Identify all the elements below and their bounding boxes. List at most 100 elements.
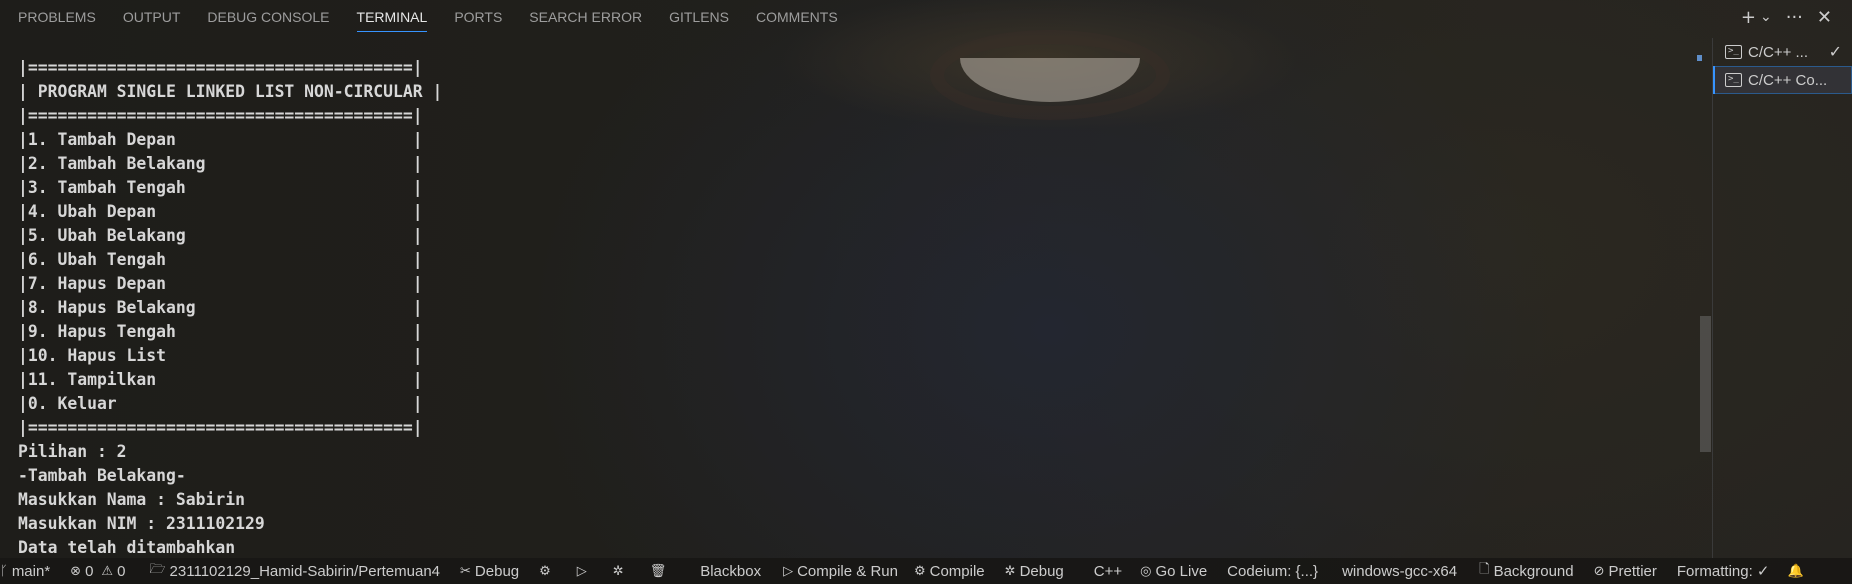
blackbox-button[interactable]: Blackbox bbox=[694, 558, 767, 584]
background-button[interactable]: 🗋 Background bbox=[1473, 558, 1580, 584]
tab-output[interactable]: OUTPUT bbox=[114, 0, 190, 34]
terminal-line: |5. Ubah Belakang | bbox=[18, 226, 423, 245]
tab-gitlens[interactable]: GITLENS bbox=[660, 0, 738, 34]
play-icon: ▷ bbox=[783, 563, 794, 579]
debug-run-button[interactable]: ✲ bbox=[607, 558, 634, 584]
new-terminal-plus-icon[interactable]: + bbox=[1741, 7, 1756, 28]
debug-button[interactable]: ✲ Debug bbox=[999, 558, 1070, 584]
tab-comments[interactable]: COMMENTS bbox=[747, 0, 847, 34]
gear-icon: ⚙ bbox=[913, 563, 926, 579]
error-icon: ⊗ bbox=[70, 563, 82, 579]
debug-label: Debug bbox=[474, 562, 520, 580]
terminal-line: Masukkan Nama : Sabirin bbox=[18, 490, 245, 509]
compile-label: Compile bbox=[929, 562, 985, 580]
formatting-label: Formatting: ✓ bbox=[1676, 563, 1770, 580]
compile-run-label: Compile & Run bbox=[797, 562, 898, 580]
settings-button[interactable]: ⚙ bbox=[533, 558, 561, 584]
close-icon[interactable]: ✕ bbox=[1817, 7, 1832, 28]
status-bar: ᚴ main* ⊗ 0 ⚠ 0 🗁 2311102129_Hamid-Sabir… bbox=[0, 558, 1852, 584]
compiler-label: windows-gcc-x64 bbox=[1342, 562, 1458, 580]
tab-ports[interactable]: PORTS bbox=[445, 0, 511, 34]
terminal-line: Pilihan : 2 bbox=[18, 442, 127, 461]
terminal-line: Data telah ditambahkan bbox=[18, 538, 236, 557]
play-icon: ▷ bbox=[576, 563, 587, 579]
terminal-output[interactable]: |=======================================… bbox=[18, 56, 1698, 560]
error-count: 0 bbox=[85, 562, 94, 580]
run-button[interactable]: ▷ bbox=[571, 558, 597, 584]
scrollbar-marker bbox=[1697, 55, 1702, 61]
tab-debug-console[interactable]: DEBUG CONSOLE bbox=[198, 0, 338, 34]
warning-icon: ⚠ bbox=[101, 563, 114, 579]
chevron-down-icon[interactable]: ⌄ bbox=[1760, 9, 1772, 25]
terminal-list-item[interactable]: >_ C/C++ Co... bbox=[1713, 66, 1852, 94]
terminal-line: Masukkan NIM : 2311102129 bbox=[18, 514, 265, 533]
terminal-line: |3. Tambah Tengah | bbox=[18, 178, 423, 197]
terminal-line: |=======================================… bbox=[18, 106, 423, 125]
blackbox-label: Blackbox bbox=[700, 562, 762, 580]
prettier-label: Prettier bbox=[1608, 562, 1657, 580]
tab-search-error[interactable]: SEARCH ERROR bbox=[520, 0, 651, 34]
terminal-list-item-label: C/C++ Co... bbox=[1748, 71, 1828, 89]
trash-icon: 🗑 bbox=[649, 563, 667, 579]
terminal-line: -Tambah Belakang- bbox=[18, 466, 186, 485]
debug-config-button[interactable]: ✂ Debug bbox=[454, 558, 525, 584]
git-branch[interactable]: ᚴ main* bbox=[0, 558, 56, 584]
terminal-line: |4. Ubah Depan | bbox=[18, 202, 423, 221]
compiler-select[interactable]: windows-gcc-x64 bbox=[1336, 558, 1463, 584]
codeium-status[interactable]: Codeium: {...} bbox=[1221, 558, 1324, 584]
tools-icon: ✂ bbox=[460, 563, 471, 579]
language-mode[interactable]: C++ bbox=[1088, 558, 1128, 584]
broadcast-icon: ◎ bbox=[1140, 563, 1152, 579]
formatting-status[interactable]: Formatting: ✓ bbox=[1671, 558, 1776, 584]
tab-problems[interactable]: PROBLEMS bbox=[9, 0, 105, 34]
terminal-line: |6. Ubah Tengah | bbox=[18, 250, 423, 269]
go-live-label: Go Live bbox=[1155, 562, 1208, 580]
branch-label: main* bbox=[11, 562, 51, 580]
terminal-icon: >_ bbox=[1725, 73, 1742, 87]
terminal-line: |9. Hapus Tengah | bbox=[18, 322, 423, 341]
language-label: C++ bbox=[1093, 562, 1123, 580]
terminal-icon: >_ bbox=[1725, 45, 1742, 59]
terminal-line: |10. Hapus List | bbox=[18, 346, 423, 365]
more-actions-icon[interactable]: ··· bbox=[1786, 7, 1803, 28]
terminal-line: |2. Tambah Belakang | bbox=[18, 154, 423, 173]
background-label: Background bbox=[1493, 562, 1574, 580]
prettier-status[interactable]: ⊘ Prettier bbox=[1588, 558, 1663, 584]
panel-actions: + ⌄ ··· ✕ bbox=[1741, 0, 1832, 34]
terminal-line: |=======================================… bbox=[18, 418, 423, 437]
check-icon: ✓ bbox=[1828, 44, 1842, 61]
clean-button[interactable]: 🗑 bbox=[644, 558, 677, 584]
folder-label: 2311102129_Hamid-Sabirin/Pertemuan4 bbox=[169, 562, 441, 580]
notifications-button[interactable]: 🔔 bbox=[1781, 558, 1813, 584]
file-icon: 🗋 bbox=[1479, 562, 1490, 577]
terminal-line: |=======================================… bbox=[18, 58, 423, 77]
gear-icon: ⚙ bbox=[539, 563, 551, 579]
warning-count: 0 bbox=[117, 562, 126, 580]
terminal-line: | PROGRAM SINGLE LINKED LIST NON-CIRCULA… bbox=[18, 82, 443, 101]
terminal-list-item-label: C/C++ ... bbox=[1748, 43, 1809, 61]
terminal-line: |7. Hapus Depan | bbox=[18, 274, 423, 293]
terminal-list-item[interactable]: >_ C/C++ ... ✓ bbox=[1713, 38, 1852, 66]
bell-icon: 🔔 bbox=[1787, 563, 1804, 579]
debug2-label: Debug bbox=[1019, 562, 1064, 580]
terminal-scrollbar[interactable] bbox=[1698, 44, 1712, 558]
terminal-list: >_ C/C++ ... ✓ >_ C/C++ Co... bbox=[1712, 38, 1852, 558]
branch-icon: ᚴ bbox=[0, 563, 8, 579]
panel-tab-bar: PROBLEMS OUTPUT DEBUG CONSOLE TERMINAL P… bbox=[0, 0, 1852, 34]
terminal-line: |8. Hapus Belakang | bbox=[18, 298, 423, 317]
go-live-button[interactable]: ◎ Go Live bbox=[1134, 558, 1213, 584]
terminal-line: |11. Tampilkan | bbox=[18, 370, 423, 389]
compile-run-button[interactable]: ▷ Compile & Run bbox=[777, 558, 904, 584]
bug-icon: ✲ bbox=[1004, 563, 1016, 579]
terminal-line: |0. Keluar | bbox=[18, 394, 423, 413]
prohibited-icon: ⊘ bbox=[1593, 563, 1605, 579]
scrollbar-thumb[interactable] bbox=[1700, 316, 1711, 452]
terminal-line: |1. Tambah Depan | bbox=[18, 130, 423, 149]
workspace-folder[interactable]: 🗁 2311102129_Hamid-Sabirin/Pertemuan4 bbox=[143, 558, 446, 584]
codeium-label: Codeium: {...} bbox=[1227, 562, 1319, 580]
folder-icon: 🗁 bbox=[149, 562, 166, 577]
problems-status[interactable]: ⊗ 0 ⚠ 0 bbox=[64, 558, 131, 584]
tab-terminal[interactable]: TERMINAL bbox=[348, 0, 437, 34]
compile-button[interactable]: ⚙ Compile bbox=[908, 558, 991, 584]
bug-icon: ✲ bbox=[612, 563, 624, 579]
